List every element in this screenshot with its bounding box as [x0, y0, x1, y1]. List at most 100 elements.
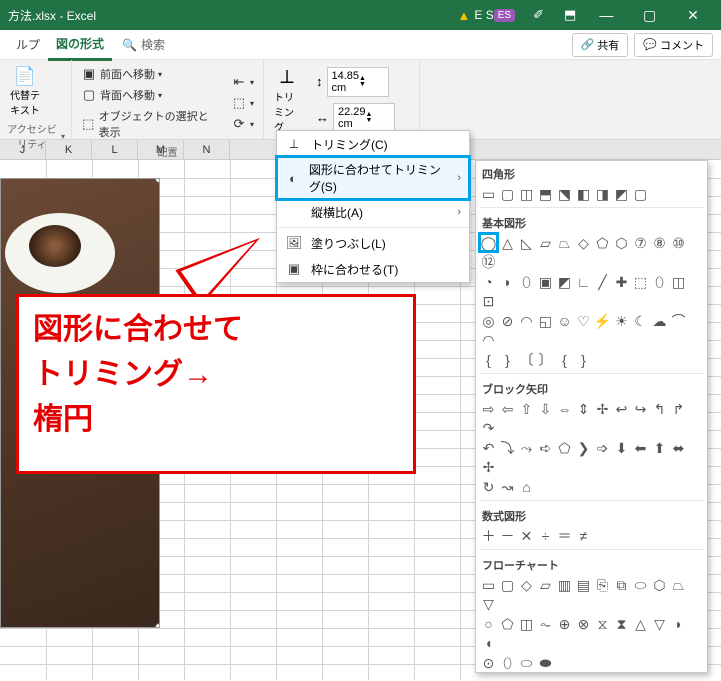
col-N[interactable]: N [184, 140, 230, 159]
shape-no-symbol[interactable]: ⊘ [499, 312, 516, 329]
shape-round-diag[interactable]: ◩ [613, 185, 630, 202]
shape-fc-data[interactable]: ▱ [537, 576, 554, 593]
shape-arrow-callout-lr[interactable]: ⬌ [670, 439, 687, 456]
shape-sun[interactable]: ☀ [613, 312, 630, 329]
shape-fc-junction[interactable]: ⊕ [556, 615, 573, 632]
shape-arrow-lr[interactable]: ⇔ [556, 400, 573, 417]
shape-snip2-rect[interactable]: ⬒ [537, 185, 554, 202]
shape-fc-alt[interactable]: ▢ [499, 576, 516, 593]
shape-trapezoid[interactable]: ⏢ [556, 234, 573, 251]
search-box[interactable]: 🔍 検索 [122, 36, 165, 53]
shape-rectangle[interactable]: ▭ [480, 185, 497, 202]
shape-arrow-notched[interactable]: ➪ [537, 439, 554, 456]
shape-l-shape[interactable]: ∟ [575, 273, 592, 290]
shape-fc-document[interactable]: ⎘ [594, 576, 611, 593]
selection-pane-button[interactable]: ⬚オブジェクトの選択と表示 [78, 106, 222, 142]
shape-arrow-callout-q[interactable]: ✢ [480, 458, 497, 475]
shape-fc-manual-input[interactable]: ⏢ [670, 576, 687, 593]
minimize-button[interactable]: — [586, 7, 626, 23]
shape-fc-manual-op[interactable]: ▽ [480, 595, 497, 612]
shape-pentagon[interactable]: ⬠ [594, 234, 611, 251]
shape-arrow-circular[interactable]: ↻ [480, 478, 497, 495]
menu-item-fill[interactable]: 🖼 塗りつぶし(L) [277, 230, 469, 256]
comment-button[interactable]: 💬 コメント [634, 33, 713, 57]
resize-handle[interactable] [155, 178, 160, 183]
shape-decagon[interactable]: ⑩ [670, 234, 687, 251]
shape-arrow-callout-u[interactable]: ⬆ [651, 439, 668, 456]
tab-picture-format[interactable]: 図の形式 [48, 29, 112, 61]
shape-arrow-leftup[interactable]: ↰ [651, 400, 668, 417]
user-badge[interactable]: ES [494, 9, 515, 22]
shape-arrow-callout-r[interactable]: ➩ [594, 439, 611, 456]
bring-forward-button[interactable]: ▣前面へ移動▾ [78, 64, 222, 84]
shape-minus[interactable]: － [499, 527, 516, 544]
shape-moon[interactable]: ☾ [632, 312, 649, 329]
shape-arrow-swoosh[interactable]: ↝ [499, 478, 516, 495]
shape-left-brace2[interactable]: { [556, 351, 573, 368]
shape-fc-terminator[interactable]: ⬭ [632, 576, 649, 593]
shape-arrow-bentup[interactable]: ↱ [670, 400, 687, 417]
shape-oval[interactable]: ◯ [480, 234, 497, 251]
shape-diagonal-stripe[interactable]: ╱ [594, 273, 611, 290]
shape-fc-magnetic[interactable]: ⬯ [499, 654, 516, 671]
close-button[interactable]: ✕ [673, 7, 713, 24]
shape-cloud[interactable]: ☁ [651, 312, 668, 329]
shape-arrow-callout-d[interactable]: ⬇ [613, 439, 630, 456]
shape-parallelogram[interactable]: ▱ [537, 234, 554, 251]
resize-handle[interactable] [155, 623, 160, 628]
shape-right-brace2[interactable]: } [575, 351, 592, 368]
shape-bevel[interactable]: ⊡ [480, 292, 497, 309]
shape-arrow-quad[interactable]: ✢ [594, 400, 611, 417]
shape-right-triangle[interactable]: ◺ [518, 234, 535, 251]
shape-teardrop[interactable]: ⬯ [518, 273, 535, 290]
shape-fc-process[interactable]: ▭ [480, 576, 497, 593]
alt-text-button[interactable]: 📄 代替テ キスト [6, 64, 44, 119]
menu-item-fit[interactable]: ▣ 枠に合わせる(T) [277, 256, 469, 282]
shape-arrow-bent[interactable]: ↩ [613, 400, 630, 417]
shape-lightning[interactable]: ⚡ [594, 312, 611, 329]
shape-octagon[interactable]: ⑧ [651, 234, 668, 251]
shape-right-brace[interactable]: 〕 [537, 351, 554, 368]
shape-arrow-pentagon[interactable]: ⬠ [556, 439, 573, 456]
width-input[interactable]: 22.29 cm▲▼ [333, 103, 395, 133]
shape-arrow-curved-d[interactable]: ⤵ [499, 439, 516, 456]
shape-fc-stored[interactable]: ◗ [670, 615, 687, 632]
shape-left-brace[interactable]: 〔 [518, 351, 535, 368]
share-button[interactable]: 🔗 共有 [572, 33, 629, 57]
shape-plaque[interactable]: ⬚ [632, 273, 649, 290]
shape-arrow-left[interactable]: ⇦ [499, 400, 516, 417]
shape-heart[interactable]: ♡ [575, 312, 592, 329]
shape-fc-or[interactable]: ⊗ [575, 615, 592, 632]
shape-arrow-down[interactable]: ⇩ [537, 400, 554, 417]
tab-help[interactable]: ルプ [8, 30, 48, 59]
shape-cube[interactable]: ◫ [670, 273, 687, 290]
shape-arrow-home[interactable]: ⌂ [518, 478, 535, 495]
ribbon-display-icon[interactable]: ⬒ [564, 7, 576, 23]
shape-fc-extract[interactable]: △ [632, 615, 649, 632]
shape-plus[interactable]: ＋ [480, 527, 497, 544]
shape-diamond[interactable]: ◇ [575, 234, 592, 251]
shape-triangle[interactable]: △ [499, 234, 516, 251]
shape-divide[interactable]: ÷ [537, 527, 554, 544]
shape-arrow-up[interactable]: ⇧ [518, 400, 535, 417]
shape-fc-card[interactable]: ◫ [518, 615, 535, 632]
shape-arrow-curved-l[interactable]: ↶ [480, 439, 497, 456]
shape-donut[interactable]: ◎ [480, 312, 497, 329]
shape-fc-internal[interactable]: ▤ [575, 576, 592, 593]
shape-arrow-uturn[interactable]: ↪ [632, 400, 649, 417]
shape-arrow-stripe[interactable]: ⤳ [518, 439, 535, 456]
menu-item-crop-to-shape[interactable]: ◐ 図形に合わせてトリミング(S) › [277, 157, 469, 199]
shape-block-arc[interactable]: ◠ [518, 312, 535, 329]
shape-not-equal[interactable]: ≠ [575, 527, 592, 544]
shape-fc-direct[interactable]: ⬭ [518, 654, 535, 671]
shape-fc-connector[interactable]: ○ [480, 615, 497, 632]
shape-fc-merge[interactable]: ▽ [651, 615, 668, 632]
align-button[interactable]: ⇤▾ [228, 72, 257, 92]
shape-snip-diag[interactable]: ⬔ [556, 185, 573, 202]
shape-round1-rect[interactable]: ◧ [575, 185, 592, 202]
shape-rounded-rect[interactable]: ▢ [499, 185, 516, 202]
shape-fc-sort[interactable]: ⧗ [613, 615, 630, 632]
shape-snip-rect[interactable]: ◫ [518, 185, 535, 202]
shape-right-bracket[interactable]: } [499, 351, 516, 368]
shape-rounded-rect2[interactable]: ▢ [632, 185, 649, 202]
